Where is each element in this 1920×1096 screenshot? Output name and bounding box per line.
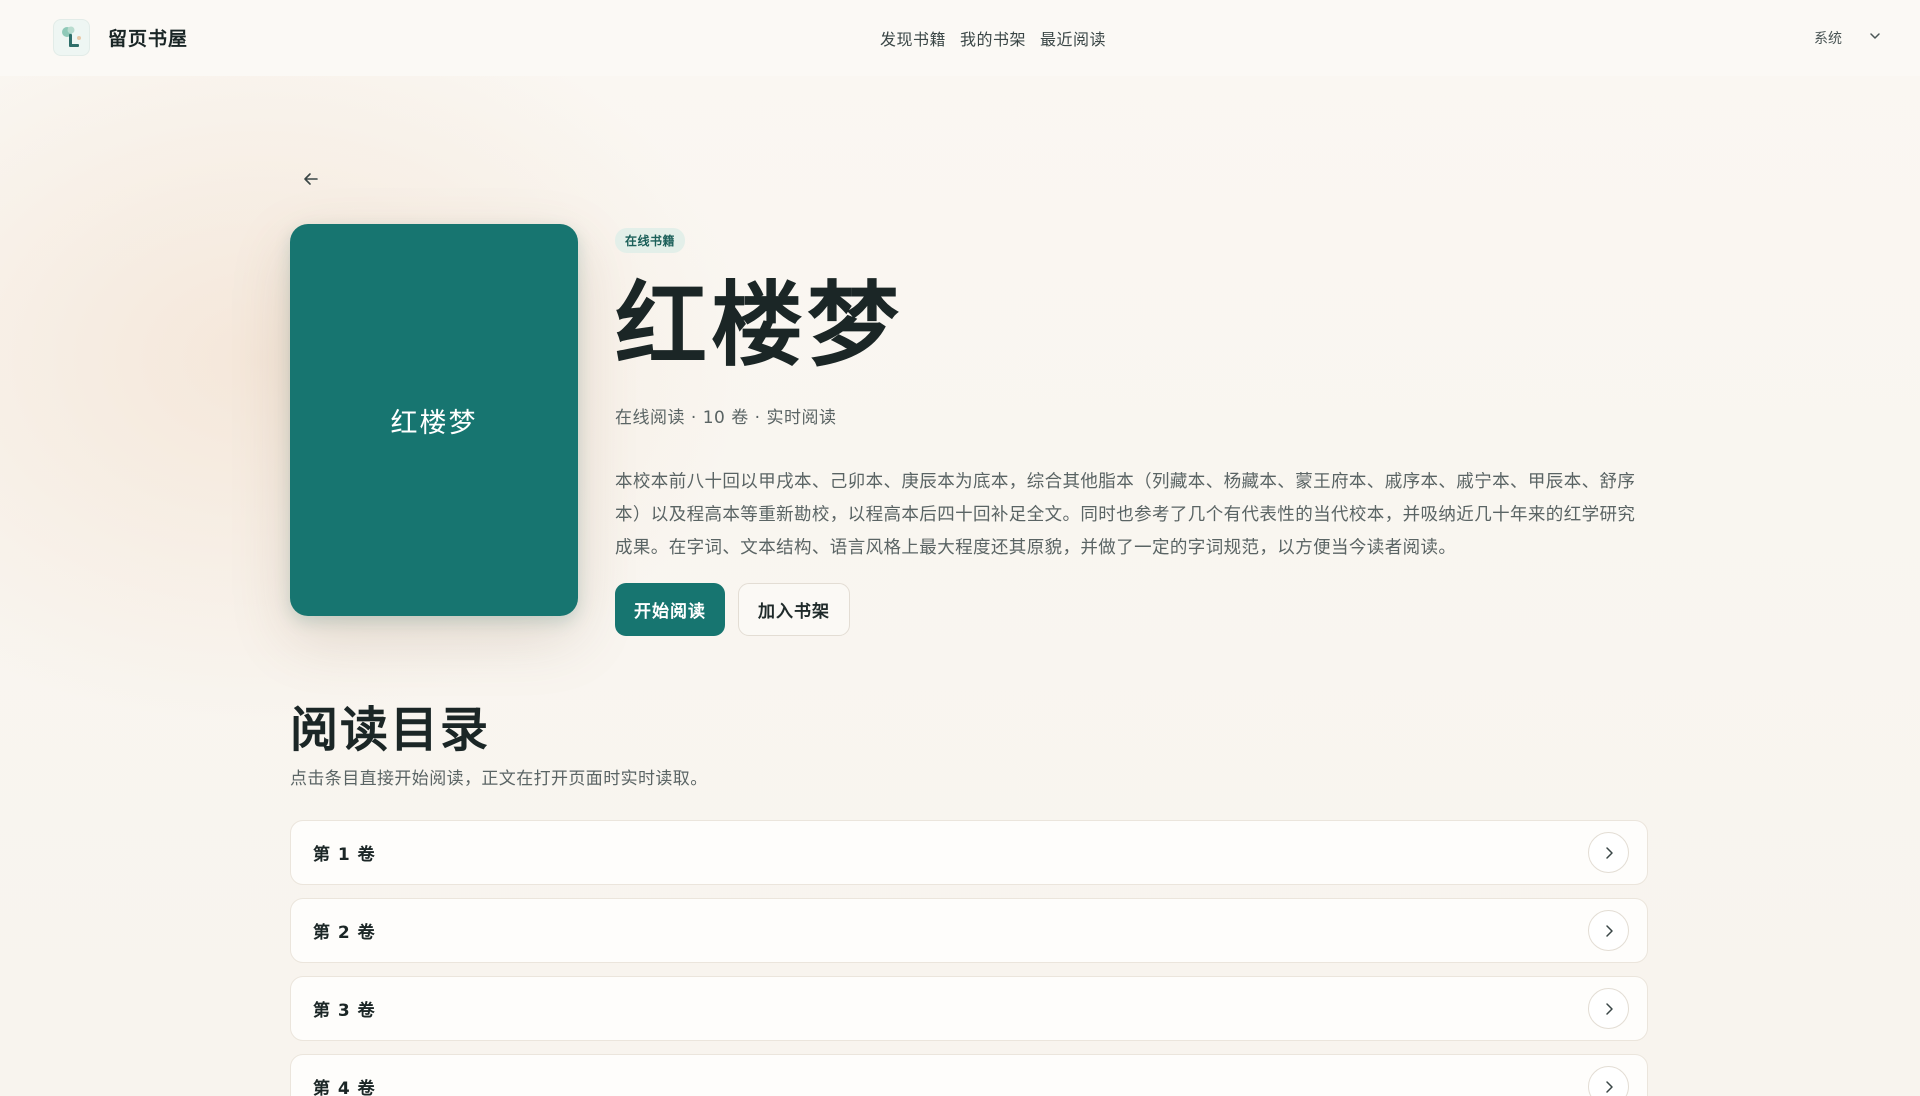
list-item[interactable]: 第 4 卷 — [290, 1054, 1648, 1096]
logo-icon — [53, 19, 90, 56]
book-description: 本校本前八十回以甲戌本、己卯本、庚辰本为底本，综合其他脂本（列藏本、杨藏本、蒙王… — [615, 472, 1636, 558]
main-nav: 发现书籍 我的书架 最近阅读 — [880, 26, 1106, 50]
add-to-shelf-button[interactable]: 加入书架 — [738, 582, 850, 636]
top-bar: 留页书屋 发现书籍 我的书架 最近阅读 系统 — [0, 0, 1920, 76]
nav-recent[interactable]: 最近阅读 — [1040, 26, 1106, 50]
toc-item-label: 第 3 卷 — [313, 1001, 376, 1021]
toc-title: 阅读目录 — [290, 702, 491, 758]
chevron-right-icon[interactable] — [1588, 1066, 1629, 1096]
theme-select-value: 系统 — [1814, 31, 1842, 47]
nav-discover[interactable]: 发现书籍 — [880, 26, 946, 50]
book-meta: 在线阅读 · 10 卷 · 实时阅读 — [615, 408, 837, 428]
cover-title: 红楼梦 — [390, 407, 478, 439]
page: 留页书屋 发现书籍 我的书架 最近阅读 系统 红楼梦 在线书籍 红楼梦 在线阅读… — [0, 0, 1920, 1096]
chevron-right-icon[interactable] — [1588, 910, 1629, 951]
book-actions: 开始阅读 加入书架 — [615, 582, 1645, 636]
theme-select[interactable]: 系统 — [1814, 28, 1882, 48]
book-cover: 红楼梦 — [290, 224, 578, 616]
toc-subtitle: 点击条目直接开始阅读，正文在打开页面时实时读取。 — [290, 769, 708, 789]
toc-item-label: 第 4 卷 — [313, 1079, 376, 1096]
nav-bookshelf[interactable]: 我的书架 — [960, 26, 1026, 50]
list-item[interactable]: 第 2 卷 — [290, 898, 1648, 963]
start-reading-button[interactable]: 开始阅读 — [615, 582, 725, 636]
toc-list: 第 1 卷 第 2 卷 第 3 卷 第 4 卷 — [290, 820, 1648, 1096]
book-title: 红楼梦 — [615, 271, 904, 379]
brand[interactable]: 留页书屋 — [53, 19, 188, 56]
book-info: 在线书籍 红楼梦 在线阅读 · 10 卷 · 实时阅读 本校本前八十回以甲戌本、… — [615, 228, 1645, 636]
brand-name: 留页书屋 — [108, 28, 189, 50]
toc-item-label: 第 1 卷 — [313, 845, 376, 865]
toc-item-label: 第 2 卷 — [313, 923, 376, 943]
chevron-right-icon[interactable] — [1588, 988, 1629, 1029]
chevron-down-icon — [1868, 29, 1882, 47]
arrow-left-icon — [301, 169, 321, 193]
toc-header: 阅读目录 点击条目直接开始阅读，正文在打开页面时实时读取。 — [290, 700, 708, 789]
chevron-right-icon[interactable] — [1588, 832, 1629, 873]
status-badge: 在线书籍 — [615, 228, 686, 253]
list-item[interactable]: 第 1 卷 — [290, 820, 1648, 885]
back-button[interactable] — [296, 166, 326, 196]
list-item[interactable]: 第 3 卷 — [290, 976, 1648, 1041]
